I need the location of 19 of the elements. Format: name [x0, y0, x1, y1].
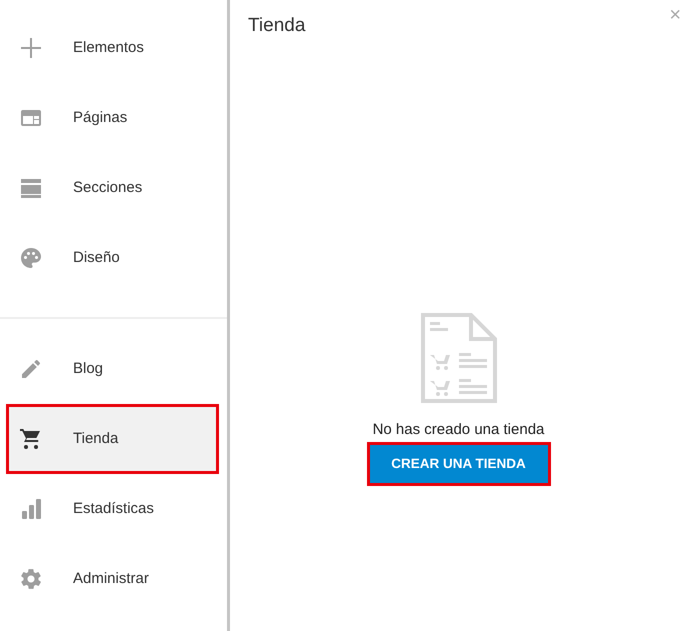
cart-icon — [19, 427, 43, 451]
plus-icon — [19, 36, 43, 60]
sidebar-item[interactable]: Páginas — [6, 83, 219, 153]
palette-icon — [19, 246, 43, 270]
empty-store-document-icon — [420, 312, 496, 402]
settings-icon — [19, 567, 43, 591]
pencil-icon — [19, 357, 43, 381]
sidebar-item[interactable]: Administrar — [6, 544, 219, 614]
create-store-button[interactable]: CREAR UNA TIENDA — [370, 445, 548, 483]
panel-title: Tienda — [248, 14, 306, 38]
empty-message: No has creado una tienda — [372, 420, 544, 440]
bar-chart-icon — [19, 497, 43, 521]
sidebar-item[interactable]: Blog — [6, 334, 219, 404]
sidebar-item[interactable]: Secciones — [6, 153, 219, 223]
rows-icon — [19, 176, 43, 200]
sidebar-item[interactable]: Elementos — [6, 13, 219, 83]
sidebar-item[interactable]: Diseño — [6, 223, 219, 293]
sidebar-item[interactable]: Estadísticas — [6, 474, 219, 544]
sidebar-item[interactable]: Tienda — [6, 404, 219, 474]
